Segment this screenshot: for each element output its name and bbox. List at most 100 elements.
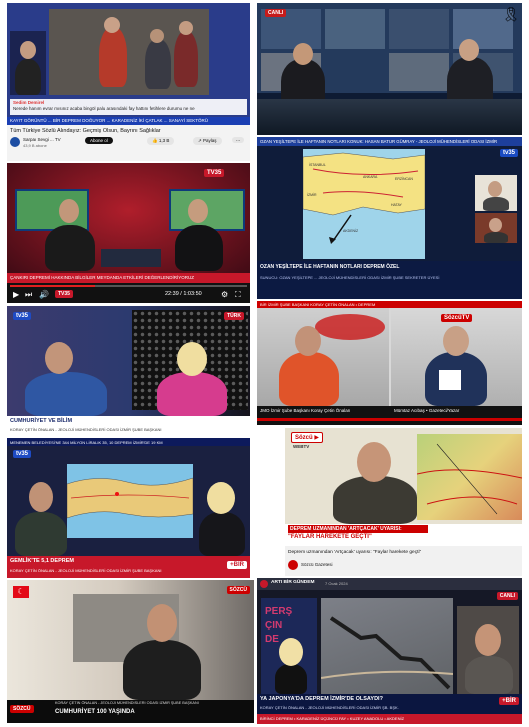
live-badge: CANLI [265, 9, 287, 17]
video-tile-5[interactable]: tv35 TÜRK CUMHURİYET VE BİLİM KORAY ÇETİ… [7, 306, 250, 436]
host-woman [157, 372, 227, 416]
caption-sub: KORAY ÇETİN ÖNALAN - JEOLOJİ MÜHENDİSLER… [260, 705, 399, 710]
caption-main: CUMHURİYET VE BİLİM [10, 418, 73, 424]
guest-man-head [147, 604, 177, 642]
caption-bar: GEMLİK'TE 5,1 DEPREM KORAY ÇETİN ÖNALAN … [7, 556, 250, 578]
play-icon[interactable]: ▶ [13, 290, 19, 299]
caption-sub: KORAY ÇETİN ÖNALAN - JEOLOJİ MÜHENDİSLER… [10, 427, 162, 432]
map-label: İSTANBUL [309, 163, 326, 167]
time-display: 22:39 / 1:03:50 [165, 291, 202, 297]
subscribe-button[interactable]: Abone ol [85, 137, 113, 144]
live-badge: CANLI [496, 592, 518, 600]
channel-name[interactable]: ARTI BİR GÜNDEM [271, 580, 314, 585]
caption-red: DEPREM UZMANINDAN 'ARTÇACAK' UYARISI: [288, 525, 428, 533]
side-text-3: DE [265, 634, 279, 645]
rescue-worker-figure [99, 27, 127, 87]
more-button[interactable]: ... [232, 137, 245, 143]
panel-left [257, 308, 389, 406]
host-right [175, 225, 223, 271]
channel-date: 7 Ocak 2024 [325, 581, 348, 586]
webcam-guest-1 [475, 175, 517, 211]
host-woman [199, 512, 245, 556]
channel-subs: 43,9 B abone [23, 143, 47, 148]
host-inset [10, 31, 46, 95]
video-tile-1[interactable]: Sedim Demirel Nerede hanım evrar mısınız… [7, 3, 250, 161]
name-right: Mümtaz Acıbaş • Gazeteci/Yazar [394, 408, 460, 413]
guest-left [45, 225, 95, 271]
map-label: İZMİR [307, 193, 317, 197]
settings-icon[interactable]: ⚙ [221, 290, 228, 299]
guest-man [25, 372, 107, 416]
fault-map [417, 434, 522, 520]
next-icon[interactable]: ⏭ [25, 290, 32, 300]
fullscreen-icon[interactable]: ⛶ [235, 290, 241, 300]
flag-icon: ☾ [13, 586, 29, 598]
sozcu-logo: Sözcü ▶ [291, 432, 323, 443]
video-tile-3[interactable]: TV35 ÇANKIRI DEPREMİ HAKKINDA BİLGİLER M… [7, 163, 250, 303]
sozcu-badge: SÖZCÜ [226, 586, 250, 594]
ticker-text: ÇANKIRI DEPREMİ HAKKINDA BİLGİLER MEYDAN… [10, 275, 195, 280]
video-frame[interactable]: Sözcü ▶ WEBTV DEPREM UZMANINDAN 'ARTÇACA… [285, 428, 522, 546]
map-label: ERZİNCAN [395, 177, 413, 181]
top-ticker: BİR İZMİR ŞUBE BAŞKANI KORAY ÇETİN ÖNALA… [257, 301, 522, 308]
host-woman [275, 664, 307, 694]
video-tile-10[interactable]: ARTI BİR GÜNDEM 7 Ocak 2024 CANLI PERŞ Ç… [257, 578, 522, 724]
video-tile-2[interactable]: 🎗 CANLI [257, 3, 522, 135]
video-tile-4[interactable]: OZAN YEŞİLTEPE İLE HAFTANIN NOTLARI KONU… [257, 137, 522, 299]
guest-left-head [59, 199, 79, 223]
mourning-ribbon-icon: 🎗 [502, 6, 520, 22]
play-icon: ▶ [312, 435, 319, 441]
video-tile-6[interactable]: BİR İZMİR ŞUBE BAŞKANI KORAY ÇETİN ÖNALA… [257, 301, 522, 425]
channel-name[interactable]: Sarpaı Sevgi ... TV [23, 137, 61, 142]
lower-title: OZAN YEŞİLTEPE İLE HAFTANIN NOTLARI DEPR… [260, 264, 400, 270]
map-label: AKDENİZ [343, 229, 359, 233]
webcam-guest-2 [475, 213, 517, 243]
panel-right: SözcüTV [391, 308, 522, 406]
tv35-logo: TV35 [204, 169, 225, 177]
sozcu-banner: SözcüTV [441, 314, 473, 322]
map-svg [67, 477, 193, 519]
caption-bar: KORAY ÇETİN ÖNALAN - JEOLOJİ MÜHENDİSLER… [7, 700, 254, 723]
channel-avatar[interactable] [288, 560, 298, 570]
channel-name[interactable]: Sözcü Gazetesi [301, 562, 333, 567]
name-left: JMO İzmir Şube Başkanı Koray Çetin Önala… [260, 408, 351, 413]
host-woman-head [207, 482, 235, 514]
video-tile-9[interactable]: ☾ SÖZCÜ KORAY ÇETİN ÖNALAN - JEOLOJİ MÜH… [7, 580, 254, 723]
presenter-right-head [459, 39, 479, 61]
ticker-bar: ÇANKIRI DEPREMİ HAKKINDA BİLGİLER MEYDAN… [7, 273, 250, 283]
caption-sub: KORAY ÇETİN ÖNALAN - JEOLOJİ MÜHENDİSLER… [10, 568, 162, 573]
volume-icon[interactable]: 🔊 [39, 290, 49, 299]
bottom-ticker: BİRİNCİ DEPREM • KARADENİZ ÜÇÜNCÜ FAY • … [257, 714, 522, 724]
progress-bar[interactable] [10, 285, 247, 287]
studio-table [101, 249, 161, 267]
lower-ticker: SUNUCU: OZAN YEŞİLTEPE ... JEOLOJİ MÜHEN… [260, 275, 440, 280]
channel-avatar[interactable] [10, 137, 20, 147]
rescue-worker-figure-2 [174, 31, 198, 87]
comment-overlay: Sedim Demirel Nerede hanım evrar mısınız… [10, 99, 247, 115]
video-tile-7[interactable]: MENEMEN BELEDİYESİ'NE 344 MİLYON LİRALIK… [7, 438, 250, 578]
expert-head [357, 442, 391, 482]
player-channel-logo: TV35 [55, 290, 73, 298]
caption-white: "FAYLAR HAREKETE GEÇTİ" [288, 534, 372, 540]
caption-main: YA JAPONYA'DA DEPREM İZMİR'DE OLSAYDI? [260, 696, 383, 702]
caption-main: CUMHURİYET 100 YAŞINDA [55, 709, 135, 715]
red-line [257, 418, 522, 421]
side-graphic: PERŞ ÇIN DE [261, 598, 317, 694]
share-button[interactable]: ↗ Paylaş [193, 137, 222, 145]
caption-bar: JMO İzmir Şube Başkanı Koray Çetin Önala… [257, 406, 522, 425]
studio-desk [257, 99, 522, 135]
ticker-bar: KAYIT GÖRÜNTÜ ... BİR DEPREM DOĞUYOR ...… [7, 117, 250, 125]
player-controls: ▶ ⏭ 🔊 TV35 22:39 / 1:03:50 ⚙ ⛶ [7, 283, 250, 303]
rescue-worker-head-2 [179, 21, 193, 35]
video-frame[interactable]: Sedim Demirel Nerede hanım evrar mısınız… [7, 3, 250, 125]
corner-badge: TÜRK [224, 312, 244, 320]
like-button[interactable]: 👍 1,3 B [147, 137, 175, 145]
expert-figure [333, 476, 417, 524]
ticker-text: KAYIT GÖRÜNTÜ ... BİR DEPREM DOĞUYOR ...… [10, 118, 208, 123]
guest-man-head [45, 342, 73, 374]
guest-man [15, 512, 67, 556]
caption-bar: CUMHURİYET VE BİLİM KORAY ÇETİN ÖNALAN -… [7, 416, 250, 436]
map-panel: ANKARA İSTANBUL İZMİR ERZİNCAN HATAY AKD… [303, 149, 425, 259]
rescue-worker-head [104, 17, 120, 33]
video-tile-8[interactable]: Sözcü ▶ WEBTV DEPREM UZMANINDAN 'ARTÇACA… [285, 428, 522, 576]
